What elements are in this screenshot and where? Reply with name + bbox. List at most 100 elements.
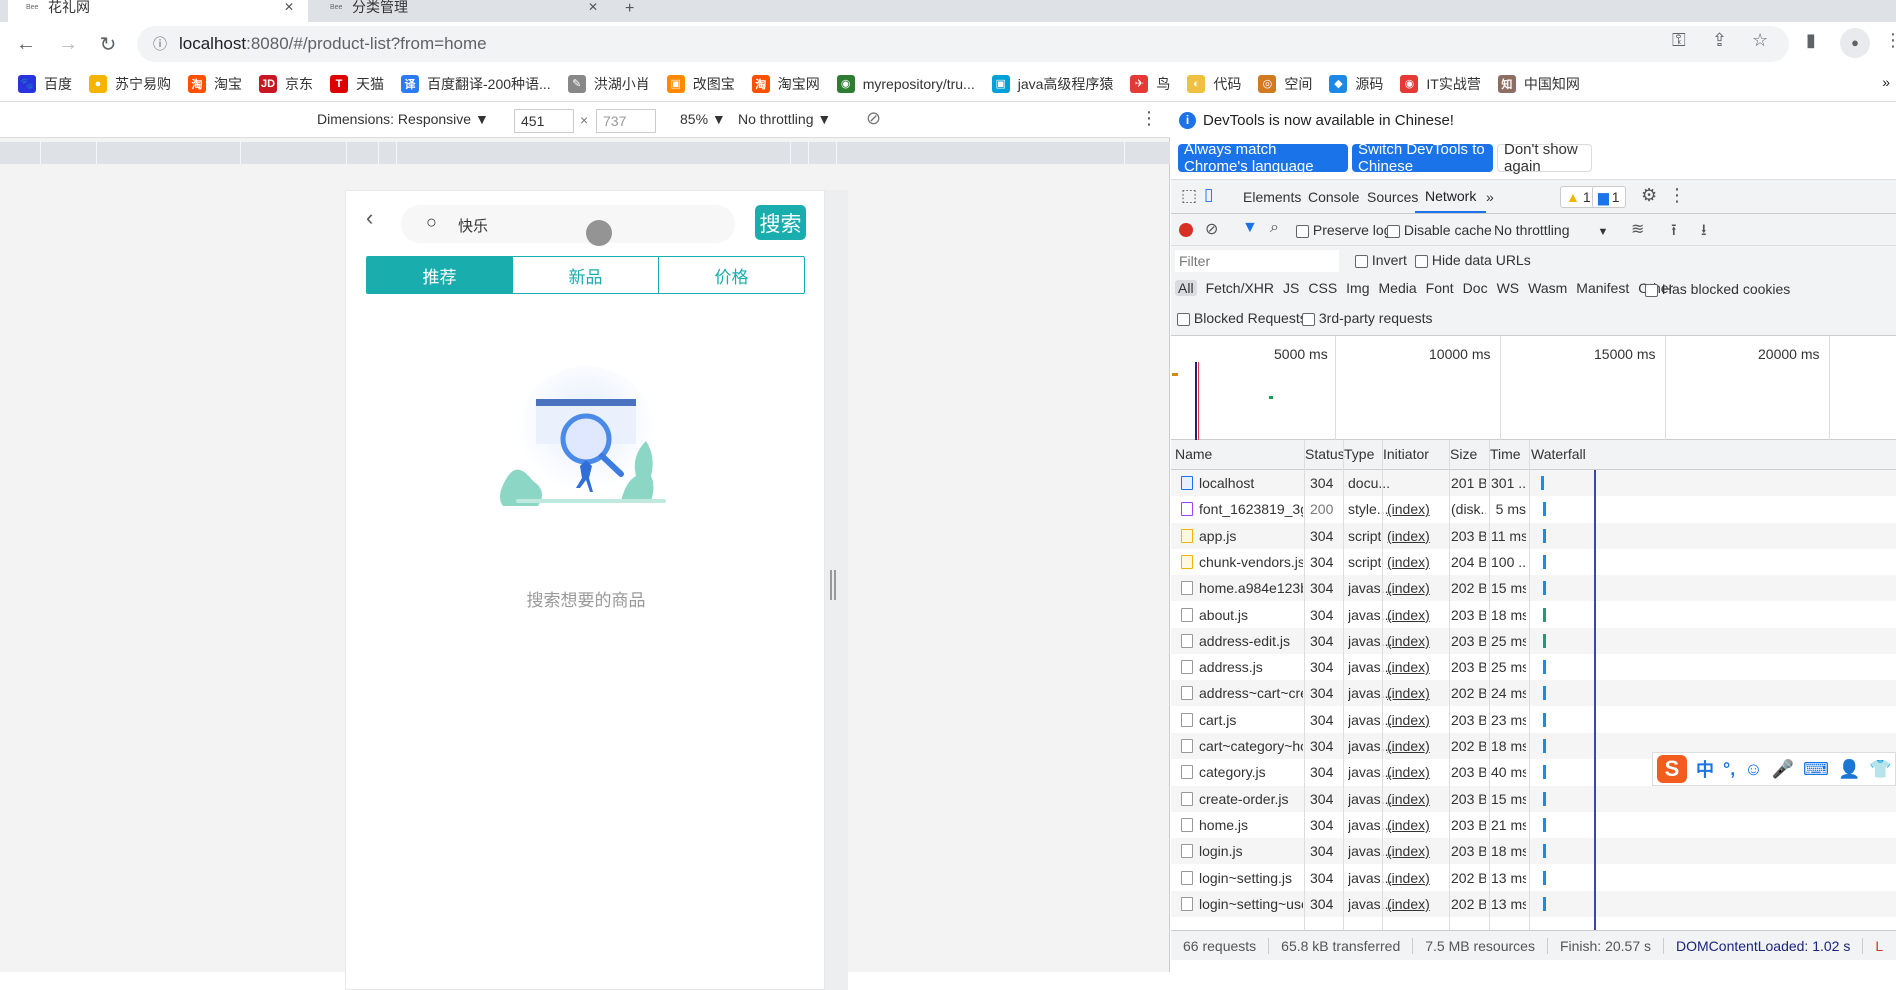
ime-button[interactable]: 中 [1696,756,1714,782]
tab-elements[interactable]: Elements [1243,180,1301,213]
ime-button[interactable]: 👕 [1869,759,1891,780]
bookmark-item[interactable]: ◆ 源码 [1329,74,1383,94]
back-button[interactable]: ← [12,30,40,58]
request-initiator[interactable]: (index) [1387,680,1430,706]
type-filter-all[interactable]: All [1175,280,1197,296]
column-header-time[interactable]: Time [1490,446,1521,462]
request-initiator[interactable]: (index) [1387,549,1430,575]
type-filter-wasm[interactable]: Wasm [1528,280,1567,296]
request-row[interactable]: app.js 304 script (index) 203 B 11 ms [1171,522,1896,549]
request-initiator[interactable]: (index) [1387,575,1430,601]
request-row[interactable]: cart.js 304 javas... (index) 203 B 23 ms [1171,706,1896,733]
dimensions-dropdown[interactable]: Dimensions: Responsive ▼ [317,111,489,127]
media-query-ruler[interactable] [0,142,1170,164]
request-row[interactable]: create-order.js 304 javas... (index) 203 B 15… [1171,785,1896,812]
type-filter-js[interactable]: JS [1283,280,1299,296]
info-icon[interactable]: ⓘ [153,34,167,54]
menu-icon[interactable]: ⋮ [1884,30,1896,51]
bookmark-item[interactable]: ✎ 洪湖小肖 [567,74,650,94]
has-blocked-cookies-checkbox[interactable]: Has blocked cookies [1645,281,1790,297]
ime-button[interactable]: 👤 [1838,759,1860,780]
type-filter-manifest[interactable]: Manifest [1576,280,1629,296]
bookmark-item[interactable]: 知中国知网 [1497,74,1580,94]
messages-badge[interactable]: ▆ 1 [1592,186,1626,208]
bookmark-item[interactable]: ▣ java高级程序猿 [991,74,1113,94]
tab-console[interactable]: Console [1308,180,1359,213]
request-initiator[interactable]: (index) [1387,707,1430,733]
column-header-type[interactable]: Type [1344,446,1374,462]
tab-network[interactable]: Network [1415,180,1487,213]
new-tab-button[interactable]: + [625,0,634,18]
type-filter-css[interactable]: CSS [1308,280,1337,296]
request-row[interactable]: login~setting.js 304 javas... (index) 202 B 1… [1171,864,1896,891]
bookmark-item[interactable]: 淘淘宝 [188,74,242,94]
back-arrow-icon[interactable]: ‹ [366,205,373,231]
ime-button[interactable]: °, [1723,759,1735,780]
tab-new[interactable]: 新品 [512,257,658,293]
ime-button[interactable]: ⌨ [1803,759,1829,780]
request-row[interactable]: chunk-vendors.js 304 script (index) 204 B 100… [1171,548,1896,575]
filter-icon[interactable]: ▼ [1242,219,1258,237]
bookmark-item[interactable]: ▣ 改图宝 [666,74,735,94]
height-input[interactable]: 737 [596,109,656,133]
key-icon[interactable]: ⚿ [1672,30,1686,51]
blocked-requests-checkbox[interactable]: Blocked Requests [1177,310,1307,326]
request-row[interactable]: localhost 304 docu... 201 B 301 ... [1171,470,1896,496]
settings-gear-icon[interactable]: ⚙ [1641,185,1657,206]
browser-tab-active[interactable]: Bee 花礼网 ✕ [8,0,308,22]
search-icon[interactable]: ⌕ [1270,219,1279,237]
forward-button[interactable]: → [54,30,82,58]
profile-avatar-icon[interactable]: ● [1840,28,1870,58]
request-initiator[interactable]: (index) [1387,602,1430,628]
request-row[interactable]: login.js 304 javas... (index) 203 B 18 ms [1171,838,1896,865]
tab-price[interactable]: 价格 [658,257,804,293]
type-filter-fetchxhr[interactable]: Fetch/XHR [1206,280,1274,296]
sogou-logo-icon[interactable]: S [1657,755,1687,783]
rotate-icon[interactable]: ⊘ [866,108,881,129]
request-initiator[interactable]: (index) [1387,759,1430,785]
bookmark-star-icon[interactable]: ☆ [1752,30,1768,51]
type-filter-media[interactable]: Media [1379,280,1417,296]
request-initiator[interactable]: (index) [1387,838,1430,864]
request-row[interactable]: address-edit.js 304 javas... (index) 203 B 25… [1171,627,1896,654]
request-row[interactable]: address~cart~creat... 304 javas...(index) 2… [1171,680,1896,707]
filter-input[interactable]: Filter [1175,250,1339,272]
column-header-name[interactable]: Name [1175,446,1212,462]
type-filter-ws[interactable]: WS [1497,280,1520,296]
request-initiator[interactable]: (index) [1387,523,1430,549]
type-filter-font[interactable]: Font [1426,280,1454,296]
more-options-icon[interactable]: ⋮ [1140,108,1158,129]
close-tab-icon[interactable]: ✕ [284,0,294,14]
request-row[interactable]: address.js 304 javas... (index) 203 B 25 ms [1171,654,1896,681]
tab-recommend[interactable]: 推荐 [367,257,512,293]
export-har-icon[interactable]: ⭳ [1701,219,1707,246]
more-bookmarks-icon[interactable]: » [1882,74,1890,90]
bookmark-item[interactable]: ◎ 空间 [1258,74,1312,94]
bookmark-item[interactable]: 🐾 百度 [18,74,72,94]
request-initiator[interactable]: (index) [1387,891,1430,917]
request-initiator[interactable]: (index) [1387,628,1430,654]
bookmark-item[interactable]: ● 苏宁易购 [89,74,171,94]
zoom-dropdown[interactable]: 85% ▼ [680,111,726,127]
browser-tab[interactable]: Bee 分类管理 ✕ [312,0,612,22]
column-header-status[interactable]: Status [1305,446,1345,462]
dont-show-again-button[interactable]: Don't show again [1497,141,1592,175]
width-input[interactable]: 451 [514,109,574,133]
devtools-menu-icon[interactable]: ⋮ [1668,185,1686,206]
record-icon[interactable] [1179,223,1193,237]
request-initiator[interactable]: (index) [1387,496,1430,522]
column-header-waterfall[interactable]: Waterfall [1531,446,1586,462]
preserve-log-checkbox[interactable]: Preserve log [1296,222,1391,238]
disable-cache-checkbox[interactable]: Disable cache [1387,222,1492,238]
column-header-size[interactable]: Size [1450,446,1477,462]
request-row[interactable]: home.a984e123b6c... 304 javas...(index) 202… [1171,575,1896,602]
switch-to-chinese-button[interactable]: Switch DevTools to Chinese [1352,141,1493,175]
search-button[interactable]: 搜索 [755,205,806,240]
request-row[interactable]: login~setting~user.js 304 javas...(index) 2… [1171,890,1896,917]
bookmark-item[interactable]: 淘淘宝网 [751,74,820,94]
bookmark-item[interactable]: ◐ 代码 [1187,74,1241,94]
network-overview-timeline[interactable]: 5000 ms 10000 ms 15000 ms 20000 ms [1171,336,1896,440]
request-row[interactable]: about.js 304 javas... (index) 203 B 18 ms [1171,601,1896,628]
column-header-initiator[interactable]: Initiator [1383,446,1429,462]
request-initiator[interactable]: (index) [1387,865,1430,891]
